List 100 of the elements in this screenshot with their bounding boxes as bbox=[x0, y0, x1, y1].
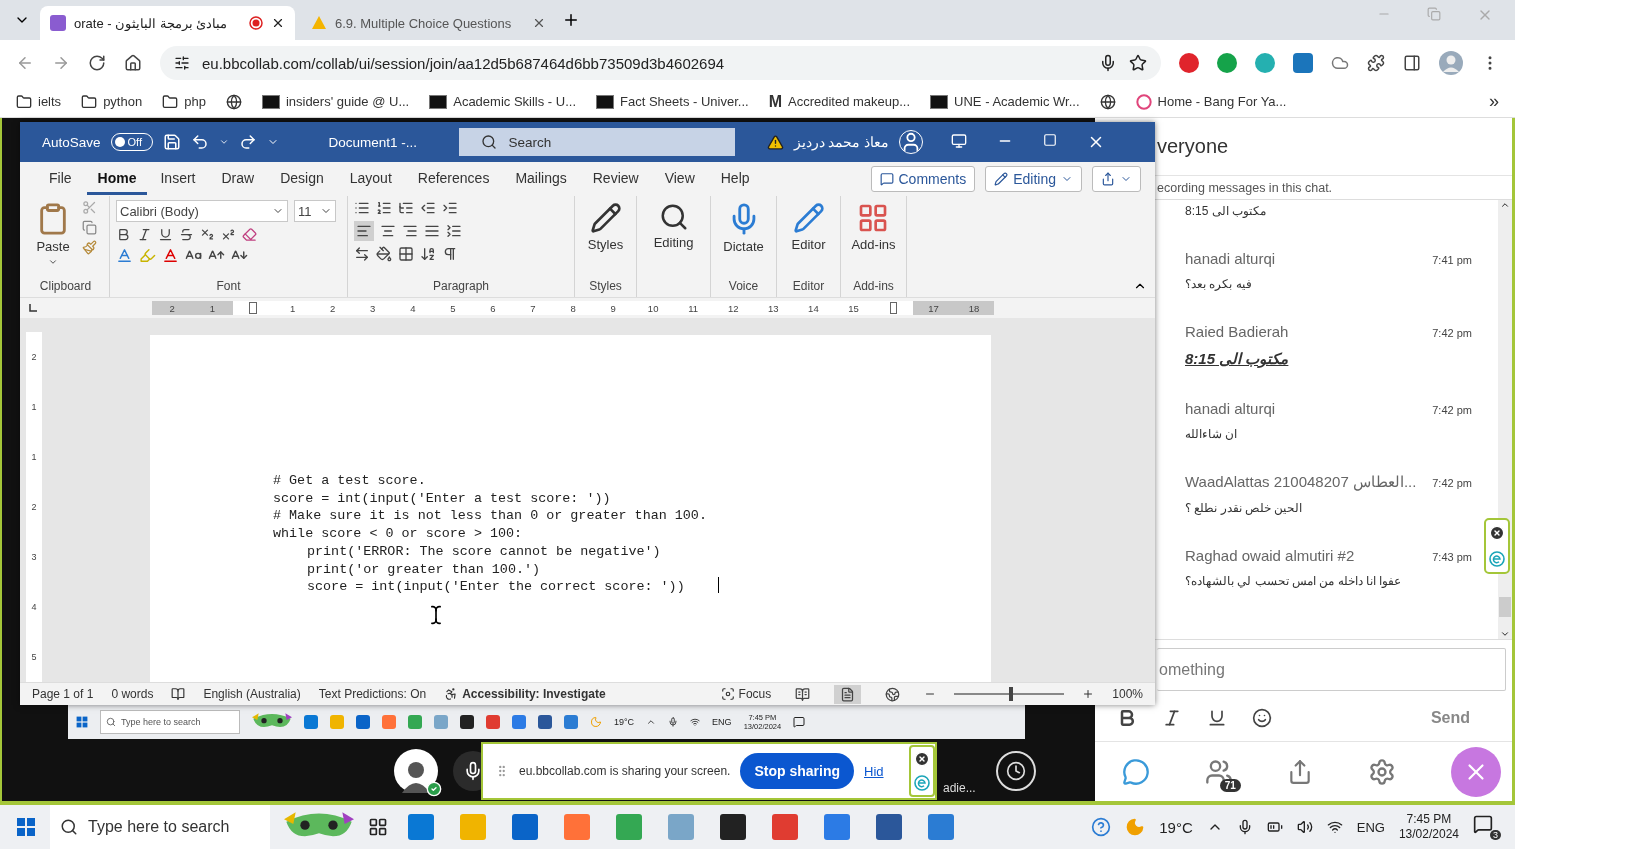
bullets-icon[interactable] bbox=[354, 200, 370, 216]
horizontal-ruler[interactable]: 2 1 1 2 3 4 5 6 7 8 9 10 11 12 13 14 15 17 18 bbox=[152, 301, 994, 315]
accessibility-status[interactable]: Accessibility: Investigate bbox=[444, 687, 606, 701]
search-field[interactable]: Search bbox=[458, 128, 735, 156]
text-predictions[interactable]: Text Predictions: On bbox=[318, 687, 427, 701]
zoom-level[interactable]: 100% bbox=[1112, 687, 1143, 701]
line-spacing-icon[interactable] bbox=[446, 223, 462, 239]
ribbon-tab[interactable]: Layout bbox=[338, 163, 403, 195]
italic-icon[interactable] bbox=[1162, 708, 1182, 728]
bold-icon[interactable] bbox=[116, 227, 131, 242]
scrollbar-thumb[interactable] bbox=[1499, 597, 1511, 617]
notification-icon[interactable] bbox=[793, 716, 806, 728]
close-icon[interactable] bbox=[1489, 525, 1505, 541]
bookmark[interactable]: ielts bbox=[16, 93, 62, 110]
volume-icon[interactable] bbox=[1296, 819, 1313, 835]
close-icon[interactable] bbox=[271, 16, 285, 30]
increase-indent-icon[interactable] bbox=[442, 200, 458, 216]
ribbon-tab[interactable]: Mailings bbox=[504, 163, 578, 195]
send-button[interactable]: Send bbox=[1424, 708, 1476, 728]
extension-icon[interactable] bbox=[1255, 53, 1275, 73]
help-icon[interactable] bbox=[1091, 817, 1112, 837]
maximize-icon[interactable] bbox=[1043, 133, 1058, 147]
wifi-icon[interactable] bbox=[1326, 819, 1343, 835]
side-panel-icon[interactable] bbox=[1403, 54, 1421, 72]
more-bookmarks[interactable]: » bbox=[1489, 91, 1499, 112]
decrease-indent-icon[interactable] bbox=[420, 200, 436, 216]
redo-icon[interactable] bbox=[238, 133, 257, 151]
font-color-icon[interactable] bbox=[162, 247, 179, 264]
strikethrough-icon[interactable] bbox=[179, 227, 194, 242]
ribbon-button[interactable]: Dictate bbox=[718, 200, 769, 279]
ribbon-tab[interactable]: Help bbox=[709, 163, 761, 195]
task-view-icon[interactable] bbox=[368, 817, 388, 837]
ribbon-tab[interactable]: Insert bbox=[149, 163, 207, 195]
extension-icon[interactable] bbox=[1489, 551, 1505, 567]
language[interactable]: English (Australia) bbox=[203, 687, 301, 701]
text-effects-icon[interactable] bbox=[116, 247, 133, 264]
settings-icon[interactable] bbox=[1368, 757, 1397, 786]
editing-mode-button[interactable]: Editing bbox=[985, 166, 1082, 192]
reload-icon[interactable] bbox=[88, 54, 106, 72]
ribbon-tab[interactable]: Draw bbox=[210, 163, 266, 195]
bookmark[interactable]: Academic Skills - U... bbox=[429, 94, 577, 109]
forward-icon[interactable] bbox=[52, 54, 70, 72]
clock[interactable]: 7:45 PM 13/02/2024 bbox=[1398, 812, 1459, 842]
stop-sharing-button[interactable]: Stop sharing bbox=[740, 753, 854, 789]
globe-icon[interactable] bbox=[225, 93, 242, 110]
borders-icon[interactable] bbox=[398, 246, 414, 262]
page-count[interactable]: Page 1 of 1 bbox=[32, 687, 94, 701]
justify-icon[interactable] bbox=[424, 223, 440, 239]
font-select[interactable]: Calibri (Body) bbox=[116, 200, 288, 222]
emoji-icon[interactable] bbox=[1252, 708, 1272, 728]
multilevel-list-icon[interactable] bbox=[398, 200, 414, 216]
bookmark[interactable]: UNE - Academic Wr... bbox=[930, 94, 1080, 109]
bookmark[interactable]: php bbox=[162, 93, 206, 110]
numbering-icon[interactable] bbox=[376, 200, 392, 216]
battery-icon[interactable] bbox=[1266, 819, 1283, 835]
share-button[interactable] bbox=[1092, 166, 1141, 192]
ribbon-button[interactable]: Editing bbox=[648, 200, 699, 279]
globe-icon[interactable] bbox=[1099, 93, 1116, 110]
home-icon[interactable] bbox=[124, 54, 142, 72]
app-icon[interactable] bbox=[460, 715, 474, 729]
ribbon-display-icon[interactable] bbox=[951, 133, 968, 149]
italic-icon[interactable] bbox=[137, 227, 152, 242]
ribbon-button[interactable]: Editor bbox=[783, 200, 834, 279]
back-icon[interactable] bbox=[16, 54, 34, 72]
extension-icon[interactable] bbox=[1217, 53, 1237, 73]
ribbon-tab[interactable]: Home bbox=[86, 163, 148, 195]
search-field[interactable]: Type here to search bbox=[50, 805, 270, 849]
language[interactable]: ENG bbox=[1356, 819, 1385, 835]
app-icon[interactable] bbox=[538, 715, 552, 729]
microphone-icon[interactable] bbox=[668, 717, 679, 727]
comments-button[interactable]: Comments bbox=[870, 166, 976, 192]
align-left-button[interactable] bbox=[354, 221, 374, 241]
sort-icon[interactable] bbox=[420, 246, 436, 262]
star-icon[interactable] bbox=[1129, 54, 1147, 72]
shading-icon[interactable] bbox=[376, 246, 392, 262]
align-center-icon[interactable] bbox=[380, 223, 396, 239]
windows-logo-icon[interactable] bbox=[76, 716, 88, 728]
new-tab-icon[interactable] bbox=[562, 11, 580, 29]
bookmark[interactable]: Home - Bang For Ya... bbox=[1135, 93, 1287, 110]
focus-button[interactable]: Focus bbox=[720, 687, 772, 701]
ribbon-tab[interactable]: Review bbox=[581, 163, 650, 195]
adblock-icon[interactable] bbox=[1179, 53, 1199, 73]
message-input[interactable]: omething bbox=[1157, 648, 1506, 691]
ribbon-tab[interactable]: File bbox=[38, 163, 83, 195]
browser-tab[interactable]: 6.9. Multiple Choice Questions bbox=[301, 6, 556, 40]
extension-icon[interactable] bbox=[914, 775, 930, 791]
underline-icon[interactable] bbox=[1207, 708, 1227, 728]
pilcrow-icon[interactable] bbox=[442, 246, 458, 262]
bookmark[interactable]: M Accredited makeup... bbox=[768, 92, 911, 111]
extensions-icon[interactable] bbox=[1367, 54, 1385, 72]
close-icon[interactable] bbox=[914, 751, 930, 767]
copy-icon[interactable] bbox=[82, 220, 97, 235]
format-painter-icon[interactable] bbox=[82, 240, 97, 255]
browser-tab[interactable]: orate - مبادئ برمجة البايثون bbox=[40, 6, 295, 40]
microphone-icon[interactable] bbox=[1099, 54, 1117, 72]
ribbon-tab[interactable]: View bbox=[653, 163, 706, 195]
ribbon-button[interactable]: Add-ins bbox=[847, 200, 900, 279]
caret-icon[interactable] bbox=[218, 137, 229, 147]
align-right-icon[interactable] bbox=[402, 223, 418, 239]
chat-icon[interactable] bbox=[1122, 757, 1151, 786]
